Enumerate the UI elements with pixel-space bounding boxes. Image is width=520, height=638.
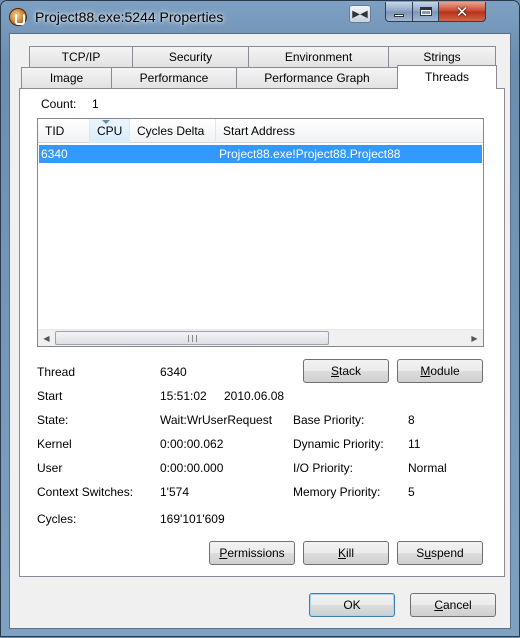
suspend-button-accel: u <box>424 546 431 560</box>
stack-button-accel: S <box>330 364 339 378</box>
user-value: 0:00:00.000 <box>160 461 224 475</box>
suspend-button-label: spend <box>431 546 464 560</box>
module-button[interactable]: Module <box>397 359 483 383</box>
scroll-right-icon[interactable]: ▶ <box>466 330 483 347</box>
memory-priority-value: 5 <box>408 485 415 499</box>
table-row[interactable]: 6340 Project88.exe!Project88.Project88 <box>39 145 482 163</box>
threads-list[interactable]: TID CPU Cycles Delta Start Address 6340 … <box>37 118 484 347</box>
scroll-left-icon[interactable]: ◀ <box>38 330 55 347</box>
dynamic-priority-label: Dynamic Priority: <box>293 437 384 451</box>
cancel-button-label: ancel <box>442 598 472 612</box>
cancel-button[interactable]: Cancel <box>410 593 496 617</box>
scrollbar-thumb[interactable] <box>55 331 329 345</box>
base-priority-label: Base Priority: <box>293 413 365 427</box>
base-priority-value: 8 <box>408 413 415 427</box>
state-value: Wait:WrUserRequest <box>160 413 273 427</box>
ok-button[interactable]: OK <box>309 593 395 617</box>
context-switches-value: 1'574 <box>160 485 189 499</box>
cancel-button-accel: C <box>434 598 443 612</box>
sort-descending-icon <box>102 120 110 124</box>
grip-icon <box>187 334 197 342</box>
context-switches-label: Context Switches: <box>37 485 134 499</box>
suspend-button[interactable]: Suspend <box>397 541 483 565</box>
properties-window: Project88.exe:5244 Properties ▶◀ ✕ TCP/I… <box>0 0 520 637</box>
thread-value: 6340 <box>160 365 187 379</box>
horizontal-scrollbar[interactable]: ◀ ▶ <box>38 329 483 346</box>
module-button-label: odule <box>430 364 460 378</box>
thread-label: Thread <box>37 365 76 379</box>
dynamic-priority-value: 11 <box>408 437 421 451</box>
permissions-button[interactable]: Permissions <box>209 541 295 565</box>
module-button-accel: M <box>420 364 431 378</box>
start-label: Start <box>37 389 63 403</box>
start-date-value: 2010.06.08 <box>224 389 285 403</box>
start-time-value: 15:51:02 <box>160 389 207 403</box>
row-tid: 6340 <box>41 147 68 161</box>
column-header-tid[interactable]: TID <box>38 119 90 143</box>
stack-button-label: tack <box>339 364 362 378</box>
memory-priority-label: Memory Priority: <box>293 485 381 499</box>
kernel-value: 0:00:00.062 <box>160 437 224 451</box>
kill-button-label: ill <box>346 546 354 560</box>
column-header-start-address[interactable]: Start Address <box>216 119 483 143</box>
state-label: State: <box>37 413 69 427</box>
threads-list-header: TID CPU Cycles Delta Start Address <box>38 119 483 143</box>
column-header-cycles-delta[interactable]: Cycles Delta <box>130 119 216 143</box>
cycles-label: Cycles: <box>37 512 77 526</box>
column-header-cpu[interactable]: CPU <box>90 119 130 143</box>
thread-count-label: Count: <box>41 97 77 111</box>
kill-button[interactable]: Kill <box>303 541 389 565</box>
cycles-value: 169'101'609 <box>160 512 225 526</box>
permissions-button-label: ermissions <box>227 546 285 560</box>
column-header-cpu-label: CPU <box>97 124 123 138</box>
row-start-address: Project88.exe!Project88.Project88 <box>219 147 401 161</box>
thread-count-value: 1 <box>92 97 99 111</box>
kill-button-accel: K <box>337 546 346 560</box>
io-priority-value: Normal <box>408 461 447 475</box>
io-priority-label: I/O Priority: <box>293 461 354 475</box>
user-label: User <box>37 461 63 475</box>
kernel-label: Kernel <box>37 437 72 451</box>
stack-button[interactable]: Stack <box>303 359 389 383</box>
